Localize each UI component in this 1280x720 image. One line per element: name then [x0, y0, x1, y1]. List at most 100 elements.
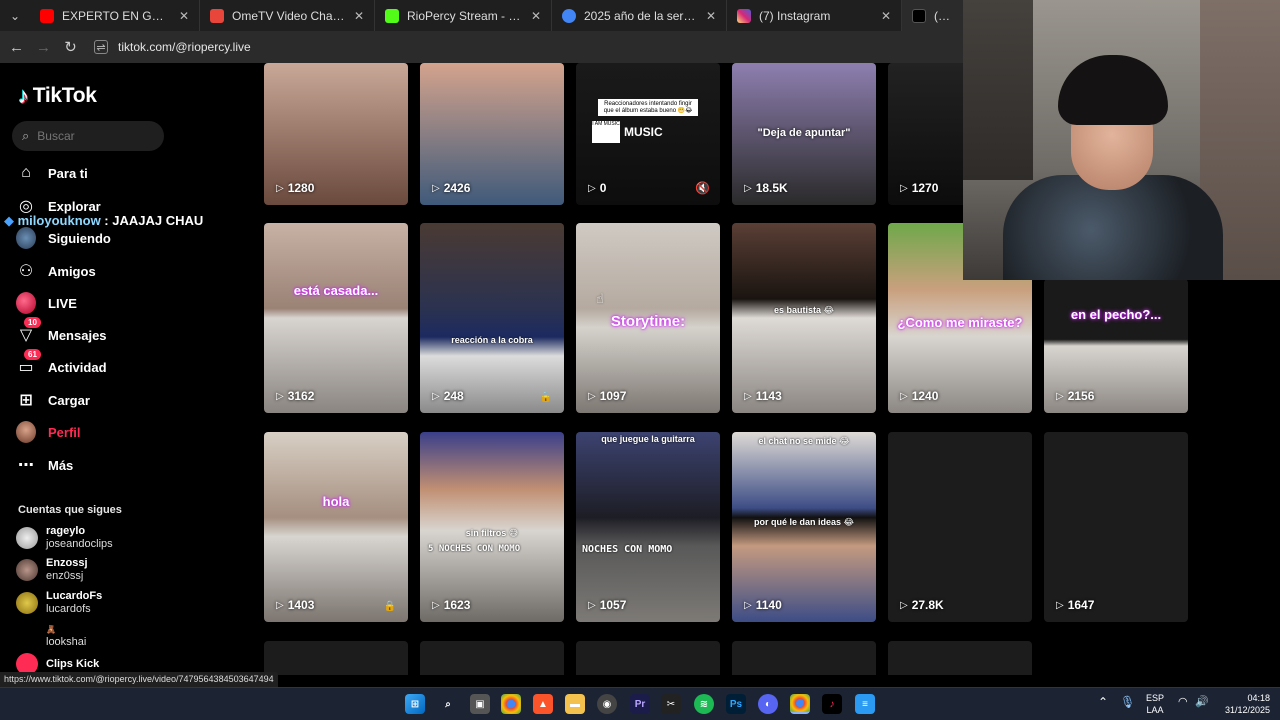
tiktok-app-icon[interactable]: ♪ — [822, 694, 842, 714]
video-card[interactable]: está casada... ▷ 3162 — [264, 223, 408, 413]
browser-tab[interactable]: EXPERTO EN GEOGRAFÍA JUEGA ✕ — [30, 0, 200, 31]
reload-icon[interactable]: ↻ — [57, 38, 84, 56]
nav-label: Para ti — [48, 165, 88, 181]
video-card[interactable]: ▷ 1647 — [1044, 432, 1188, 622]
close-icon[interactable]: ✕ — [531, 9, 541, 23]
video-card-placeholder[interactable] — [420, 641, 564, 675]
nav-para-ti[interactable]: ⌂ Para ti — [16, 163, 88, 183]
video-card[interactable]: sin filtros 😅 5 NOCHES CON MOMO ▷ 1623 — [420, 432, 564, 622]
windows-taskbar: ⊞ ⌕ ▣ ▲ ▬ ◉ Pr ✂ ≋ Ps ◐ ♪ ≡ ⌃ 🎙 ESP LAA … — [0, 687, 1280, 720]
tab-search-chevron-icon[interactable]: ⌄ — [0, 0, 30, 31]
video-card[interactable]: ▷ 1280 — [264, 63, 408, 205]
chrome-active-icon[interactable] — [790, 694, 810, 714]
close-icon[interactable]: ✕ — [881, 9, 891, 23]
video-card[interactable]: Storytime: ▷ 1097 — [576, 223, 720, 413]
video-card[interactable]: ▷ 27.8K — [888, 432, 1032, 622]
tiktok-logo[interactable]: ♪ TikTok — [18, 83, 97, 109]
search-input[interactable] — [37, 129, 148, 143]
avatar — [16, 559, 38, 581]
video-card[interactable]: el chat no se mide 😂 por qué le dan idea… — [732, 432, 876, 622]
home-icon: ⌂ — [21, 164, 31, 181]
video-card[interactable]: ▷ 2426 — [420, 63, 564, 205]
microphone-icon[interactable]: 🎙 — [1120, 696, 1135, 708]
view-count: 1097 — [599, 389, 627, 403]
forward-arrow-icon[interactable]: → — [30, 39, 57, 56]
nav-cargar[interactable]: ⊞ Cargar — [16, 390, 90, 410]
chevron-up-icon[interactable]: ⌃ — [1098, 696, 1108, 708]
following-account[interactable]: Enzossj enz0ssj — [16, 557, 88, 583]
close-icon[interactable]: ✕ — [706, 9, 716, 23]
video-card[interactable]: en el pecho?... ▷ 2156 — [1044, 279, 1188, 413]
video-card-placeholder[interactable] — [576, 641, 720, 675]
nav-label: Explorar — [48, 198, 101, 214]
messages-icon: ▽ 10 — [16, 317, 41, 345]
play-icon: ▷ — [276, 599, 284, 611]
play-icon: ▷ — [432, 599, 440, 611]
language-code: ESP — [1146, 693, 1165, 703]
nav-mensajes[interactable]: ▽ 10 Mensajes — [16, 317, 107, 345]
nav-mas[interactable]: ⋯ Más — [16, 455, 73, 475]
video-card[interactable]: Reaccionadores intentando fingir que el … — [576, 63, 720, 205]
time-text: 04:18 — [1247, 693, 1270, 703]
file-explorer-icon[interactable]: ▬ — [565, 694, 585, 714]
wifi-icon[interactable]: ◠ — [1178, 696, 1188, 708]
browser-tab[interactable]: OmeTV Video Chat — Ome ✕ — [200, 0, 375, 31]
nav-amigos[interactable]: ⚇ Amigos — [16, 261, 96, 281]
friends-icon: ⚇ — [18, 263, 34, 280]
volume-icon[interactable]: 🔊 — [1195, 696, 1209, 708]
browser-tab[interactable]: RioPercy Stream - Watch Live o ✕ — [375, 0, 552, 31]
nav-siguiendo[interactable]: Siguiendo — [16, 227, 111, 249]
photoshop-icon[interactable]: Ps — [726, 694, 746, 714]
following-account[interactable]: 🧸 lookshai — [16, 623, 86, 649]
url-field[interactable]: tiktok.com/@riopercy.live — [118, 40, 251, 54]
play-icon: ▷ — [744, 182, 752, 194]
mute-icon[interactable]: 🔇 — [695, 181, 710, 195]
windows-start-icon[interactable]: ⊞ — [405, 694, 425, 714]
brave-icon[interactable]: ▲ — [533, 694, 553, 714]
nav-live[interactable]: LIVE — [16, 292, 77, 314]
search-box[interactable]: ⌕ — [12, 121, 164, 151]
back-arrow-icon[interactable]: ← — [3, 39, 30, 56]
nav-actividad[interactable]: ▭ 61 Actividad — [16, 349, 107, 377]
language-indicator[interactable]: ESP LAA — [1146, 692, 1164, 716]
chrome-icon[interactable] — [501, 694, 521, 714]
video-card[interactable]: es bautista 😂 ▷ 1143 — [732, 223, 876, 413]
status-bar-url: https://www.tiktok.com/@riopercy.live/vi… — [0, 672, 278, 687]
video-caption: MUSIC — [624, 125, 663, 139]
video-card[interactable]: reacción a la cobra ▷ 248 🔒 — [420, 223, 564, 413]
close-icon[interactable]: ✕ — [179, 9, 189, 23]
premiere-pro-icon[interactable]: Pr — [630, 694, 650, 714]
notepad-icon[interactable]: ≡ — [855, 694, 875, 714]
following-account[interactable]: LucardoFs lucardofs — [16, 590, 102, 616]
following-title: Cuentas que sigues — [18, 504, 122, 516]
album-cover: I AM MUSIC — [592, 121, 620, 143]
view-count: 2156 — [1067, 389, 1095, 403]
clock[interactable]: 04:18 31/12/2025 — [1218, 692, 1270, 716]
site-settings-icon[interactable]: ⇌ — [94, 40, 108, 54]
obs-icon[interactable]: ◉ — [597, 694, 617, 714]
play-icon: ▷ — [900, 390, 908, 402]
tab-title: OmeTV Video Chat — Ome — [232, 8, 346, 23]
video-card-placeholder[interactable] — [264, 641, 408, 675]
play-icon: ▷ — [744, 599, 752, 611]
task-view-icon[interactable]: ▣ — [470, 694, 490, 714]
video-card[interactable]: "Deja de apuntar" ▷ 18.5K — [732, 63, 876, 205]
video-card-placeholder[interactable] — [888, 641, 1032, 675]
close-icon[interactable]: ✕ — [354, 9, 364, 23]
video-card[interactable]: hola ▷ 1403 🔒 — [264, 432, 408, 622]
view-count: 27.8K — [911, 598, 944, 612]
browser-tab[interactable]: (7) Instagram ✕ — [727, 0, 902, 31]
discord-icon[interactable]: ◐ — [758, 694, 778, 714]
nav-label: Amigos — [48, 263, 96, 279]
search-icon[interactable]: ⌕ — [438, 694, 458, 714]
browser-tab-active[interactable]: (71)Río P — [902, 0, 963, 31]
capcut-icon[interactable]: ✂ — [661, 694, 681, 714]
spotify-icon[interactable]: ≋ — [694, 694, 714, 714]
browser-tab[interactable]: 2025 año de la serpiente - Busc ✕ — [552, 0, 727, 31]
video-card[interactable]: que juegue la guitarra NOCHES CON MOMO ▷… — [576, 432, 720, 622]
nav-perfil[interactable]: Perfil — [16, 421, 81, 443]
following-account[interactable]: rageylo joseandoclips — [16, 525, 113, 551]
video-caption: sin filtros 😅 — [465, 528, 519, 538]
messages-badge: 10 — [24, 317, 41, 328]
video-card-placeholder[interactable] — [732, 641, 876, 675]
